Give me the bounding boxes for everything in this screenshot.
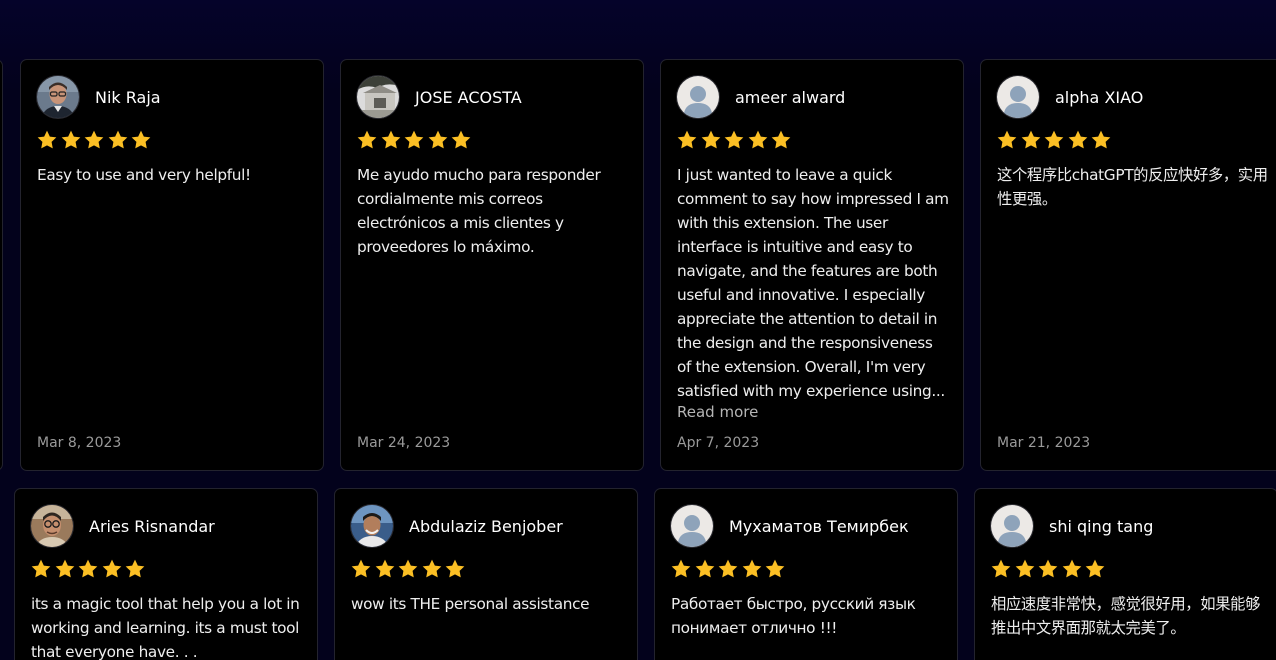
star-icon <box>717 558 741 580</box>
reviews-carousel: Nik Raja Easy to use and very helpful! M… <box>0 0 1276 660</box>
star-icon <box>54 558 78 580</box>
star-rating <box>996 129 1114 151</box>
star-rating <box>36 129 154 151</box>
star-icon <box>397 558 421 580</box>
review-card: JOSE ACOSTA Me ayudo mucho para responde… <box>340 59 644 471</box>
star-icon <box>77 558 101 580</box>
star-icon <box>747 129 771 151</box>
star-icon <box>990 558 1014 580</box>
star-icon <box>356 129 380 151</box>
star-icon <box>676 129 700 151</box>
reviewer-name: Abdulaziz Benjober <box>409 516 563 536</box>
star-rating <box>356 129 474 151</box>
star-rating <box>30 558 148 580</box>
review-header: Мухаматов Темирбек <box>671 505 909 547</box>
star-icon <box>723 129 747 151</box>
read-more-link[interactable]: Read more <box>677 403 758 421</box>
review-text: Me ayudo mucho para responder cordialmen… <box>357 166 601 256</box>
review-text: Работает быстро, русский язык понимает о… <box>671 595 916 637</box>
user-photo-avatar <box>351 505 393 547</box>
star-icon <box>1043 129 1067 151</box>
star-icon <box>1067 129 1091 151</box>
star-icon <box>670 558 694 580</box>
default-user-avatar-icon <box>997 76 1039 118</box>
review-card: Мухаматов Темирбек Работает быстро, русс… <box>654 488 958 660</box>
reviewer-name: ameer alward <box>735 87 846 107</box>
user-photo-avatar <box>31 505 73 547</box>
default-user-avatar-icon <box>991 505 1033 547</box>
star-rating <box>990 558 1108 580</box>
review-text: Easy to use and very helpful! <box>37 166 251 184</box>
star-icon <box>700 129 724 151</box>
star-icon <box>101 558 125 580</box>
star-icon <box>996 129 1020 151</box>
star-icon <box>764 558 788 580</box>
review-header: alpha XIAO <box>997 76 1143 118</box>
reviewer-name: Nik Raja <box>95 87 161 107</box>
star-rating <box>670 558 788 580</box>
review-card: Abdulaziz Benjober wow its THE personal … <box>334 488 638 660</box>
star-icon <box>1014 558 1038 580</box>
star-icon <box>694 558 718 580</box>
star-icon <box>450 129 474 151</box>
review-card: ameer alward I just wanted to leave a qu… <box>660 59 964 471</box>
reviewer-name: JOSE ACOSTA <box>415 87 522 107</box>
review-card: Aries Risnandar its a magic tool that he… <box>14 488 318 660</box>
star-icon <box>1084 558 1108 580</box>
review-text: wow its THE personal assistance <box>351 595 590 613</box>
review-date: Mar 21, 2023 <box>997 435 1091 451</box>
star-icon <box>107 129 131 151</box>
user-photo-avatar <box>357 76 399 118</box>
reviewer-name: Aries Risnandar <box>89 516 215 536</box>
review-header: JOSE ACOSTA <box>357 76 522 118</box>
star-icon <box>350 558 374 580</box>
star-icon <box>1061 558 1085 580</box>
review-text: I just wanted to leave a quick comment t… <box>677 166 949 400</box>
star-icon <box>130 129 154 151</box>
star-icon <box>83 129 107 151</box>
star-icon <box>380 129 404 151</box>
review-header: shi qing tang <box>991 505 1153 547</box>
star-icon <box>427 129 451 151</box>
star-icon <box>1020 129 1044 151</box>
review-card: shi qing tang 相应速度非常快，感觉很好用，如果能够推出中文界面那就… <box>974 488 1276 660</box>
review-header: Nik Raja <box>37 76 161 118</box>
reviewer-name: shi qing tang <box>1049 516 1154 536</box>
star-icon <box>36 129 60 151</box>
review-header: Abdulaziz Benjober <box>351 505 563 547</box>
star-icon <box>1037 558 1061 580</box>
default-user-avatar-icon <box>677 76 719 118</box>
review-header: Aries Risnandar <box>31 505 215 547</box>
review-card: Nik Raja Easy to use and very helpful! M… <box>20 59 324 471</box>
default-user-avatar-icon <box>671 505 713 547</box>
star-icon <box>444 558 468 580</box>
review-text: its a magic tool that help you a lot in … <box>31 595 300 660</box>
star-icon <box>30 558 54 580</box>
star-icon <box>403 129 427 151</box>
review-card-partial <box>0 59 3 471</box>
review-text: 这个程序比chatGPT的反应快好多，实用性更强。 <box>997 166 1268 208</box>
star-icon <box>60 129 84 151</box>
star-icon <box>1090 129 1114 151</box>
star-icon <box>374 558 398 580</box>
reviewer-name: Мухаматов Темирбек <box>729 516 909 536</box>
star-icon <box>741 558 765 580</box>
star-icon <box>421 558 445 580</box>
review-card: alpha XIAO 这个程序比chatGPT的反应快好多，实用性更强。 Mar… <box>980 59 1276 471</box>
review-date: Apr 7, 2023 <box>677 435 760 451</box>
review-date: Mar 8, 2023 <box>37 435 122 451</box>
user-photo-avatar <box>37 76 79 118</box>
star-icon <box>124 558 148 580</box>
review-header: ameer alward <box>677 76 845 118</box>
review-date: Mar 24, 2023 <box>357 435 451 451</box>
reviewer-name: alpha XIAO <box>1055 87 1144 107</box>
star-icon <box>770 129 794 151</box>
star-rating <box>676 129 794 151</box>
review-text: 相应速度非常快，感觉很好用，如果能够推出中文界面那就太完美了。 <box>991 595 1261 637</box>
star-rating <box>350 558 468 580</box>
